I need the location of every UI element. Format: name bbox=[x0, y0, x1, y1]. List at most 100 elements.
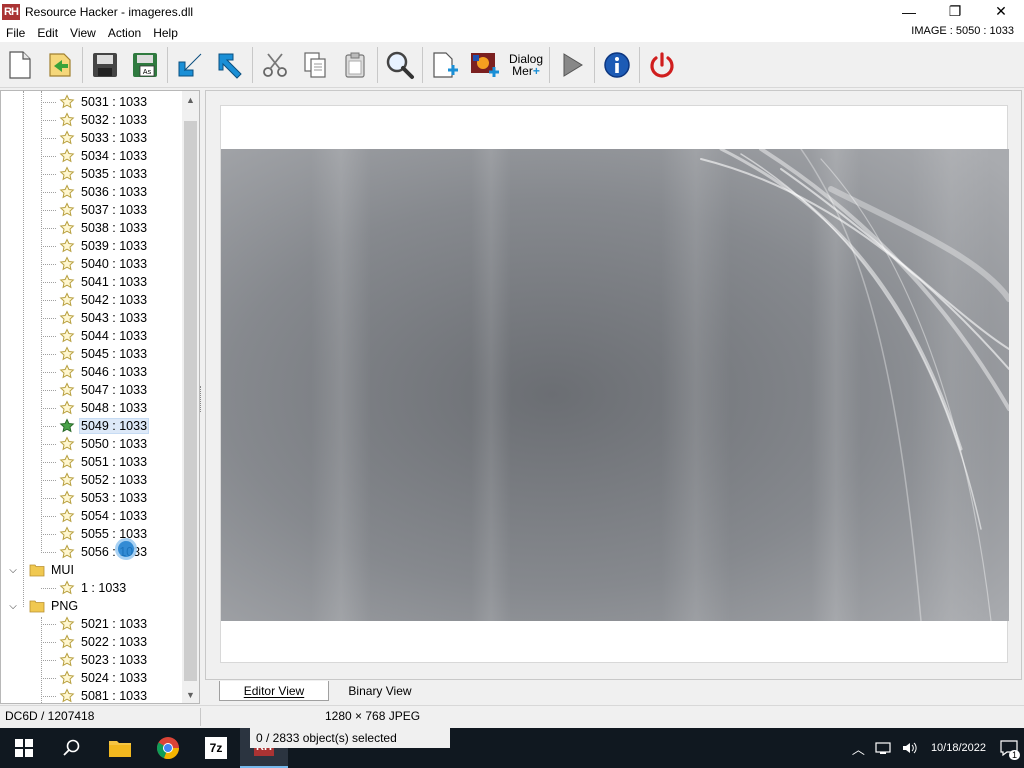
tree-item[interactable]: 5045 : 1033 bbox=[41, 345, 149, 363]
restore-button[interactable]: ❐ bbox=[932, 0, 978, 23]
title-bar: RH Resource Hacker - imageres.dll — ❐ ✕ bbox=[0, 0, 1024, 23]
tab-editor-view[interactable]: Editor View bbox=[219, 681, 329, 701]
tree-item[interactable]: 5042 : 1033 bbox=[41, 291, 149, 309]
chrome-button[interactable] bbox=[144, 728, 192, 768]
open-file-button[interactable] bbox=[40, 44, 80, 86]
tree-item[interactable]: 5039 : 1033 bbox=[41, 237, 149, 255]
notification-button[interactable]: 1 bbox=[994, 728, 1024, 768]
tree-item[interactable]: 5032 : 1033 bbox=[41, 111, 149, 129]
copy-button[interactable] bbox=[295, 44, 335, 86]
scroll-down-arrow-icon[interactable]: ▼ bbox=[182, 686, 199, 703]
search-button[interactable] bbox=[48, 728, 96, 768]
tree-item[interactable]: 5049 : 1033 bbox=[41, 417, 150, 435]
minimize-button[interactable]: — bbox=[886, 0, 932, 23]
chevron-up-icon[interactable]: ︿ bbox=[846, 739, 871, 758]
wallpaper-image bbox=[221, 149, 1009, 621]
volume-icon[interactable] bbox=[901, 741, 919, 755]
system-tray: ︿ 10/18/2022 1 bbox=[846, 728, 1024, 768]
tree-folder-png[interactable]: PNG bbox=[29, 597, 80, 615]
tree-item[interactable]: 5047 : 1033 bbox=[41, 381, 149, 399]
toolbar-separator bbox=[549, 46, 550, 83]
add-image-button[interactable] bbox=[465, 44, 505, 86]
tree-item[interactable]: 5054 : 1033 bbox=[41, 507, 149, 525]
view-tabs: Editor View Binary View bbox=[205, 680, 1022, 704]
tree-item[interactable]: 5037 : 1033 bbox=[41, 201, 149, 219]
dialog-merge-button[interactable]: Dialog Mer + bbox=[505, 44, 547, 86]
tree-item[interactable]: 5046 : 1033 bbox=[41, 363, 149, 381]
star-icon bbox=[59, 94, 75, 109]
tree-guide-line bbox=[41, 696, 56, 697]
tree-item[interactable]: 5021 : 1033 bbox=[41, 615, 149, 633]
export-button[interactable] bbox=[210, 44, 250, 86]
tree-item[interactable]: 5040 : 1033 bbox=[41, 255, 149, 273]
tree-item[interactable]: 5081 : 1033 bbox=[41, 687, 149, 703]
star-icon bbox=[59, 220, 75, 235]
close-button[interactable]: ✕ bbox=[978, 0, 1024, 23]
menu-file[interactable]: File bbox=[0, 26, 31, 40]
tree-item[interactable]: 5053 : 1033 bbox=[41, 489, 149, 507]
cut-button[interactable] bbox=[255, 44, 295, 86]
tree-item-label: 5022 : 1033 bbox=[81, 635, 148, 649]
file-explorer-button[interactable] bbox=[96, 728, 144, 768]
scrollbar-thumb[interactable] bbox=[184, 121, 197, 681]
tree-item[interactable]: 5036 : 1033 bbox=[41, 183, 149, 201]
start-button[interactable] bbox=[0, 728, 48, 768]
tree-item[interactable]: 5044 : 1033 bbox=[41, 327, 149, 345]
menu-help[interactable]: Help bbox=[147, 26, 184, 40]
tree-item[interactable]: 5043 : 1033 bbox=[41, 309, 149, 327]
run-script-button[interactable] bbox=[552, 44, 592, 86]
find-button[interactable] bbox=[380, 44, 420, 86]
tab-binary-view[interactable]: Binary View bbox=[335, 681, 425, 701]
menu-action[interactable]: Action bbox=[102, 26, 147, 40]
network-icon[interactable] bbox=[875, 741, 893, 755]
add-resource-button[interactable] bbox=[425, 44, 465, 86]
tree-item-label: 5036 : 1033 bbox=[81, 185, 148, 199]
save-as-button[interactable]: As bbox=[125, 44, 165, 86]
tree-item[interactable]: 5051 : 1033 bbox=[41, 453, 149, 471]
new-file-button[interactable] bbox=[0, 44, 40, 86]
tree-item-label: 5055 : 1033 bbox=[81, 527, 148, 541]
tree-item[interactable]: 5038 : 1033 bbox=[41, 219, 149, 237]
tree-item[interactable]: 5024 : 1033 bbox=[41, 669, 149, 687]
tree-item-label: 5037 : 1033 bbox=[81, 203, 148, 217]
star-icon bbox=[59, 202, 75, 217]
chevron-down-icon[interactable]: ⌵ bbox=[7, 564, 19, 576]
tree-item[interactable]: 5022 : 1033 bbox=[41, 633, 149, 651]
exit-button[interactable] bbox=[642, 44, 682, 86]
import-button[interactable] bbox=[170, 44, 210, 86]
tree-item[interactable]: 5041 : 1033 bbox=[41, 273, 149, 291]
tree-item[interactable]: 5048 : 1033 bbox=[41, 399, 149, 417]
star-icon bbox=[59, 238, 75, 253]
tree-item-label: 5045 : 1033 bbox=[81, 347, 148, 361]
scroll-up-arrow-icon[interactable]: ▲ bbox=[182, 91, 199, 108]
star-icon bbox=[59, 544, 75, 559]
about-button[interactable] bbox=[597, 44, 637, 86]
tree-item[interactable]: 5031 : 1033 bbox=[41, 93, 149, 111]
tree-item[interactable]: 5050 : 1033 bbox=[41, 435, 149, 453]
menu-edit[interactable]: Edit bbox=[31, 26, 64, 40]
resource-tree[interactable]: 5031 : 1033 5032 : 1033 5033 : 1033 5034 : … bbox=[0, 90, 200, 704]
tree-item[interactable]: 1 : 1033 bbox=[41, 579, 128, 597]
menu-view[interactable]: View bbox=[64, 26, 102, 40]
svg-text:As: As bbox=[143, 69, 152, 76]
save-as-icon: As bbox=[133, 52, 157, 77]
tree-item[interactable]: 5035 : 1033 bbox=[41, 165, 149, 183]
tree-item[interactable]: 5023 : 1033 bbox=[41, 651, 149, 669]
tree-scrollbar[interactable]: ▲ ▼ bbox=[182, 91, 199, 703]
chevron-down-icon[interactable]: ⌵ bbox=[7, 600, 19, 612]
tree-guide-line bbox=[41, 480, 56, 481]
tree-item[interactable]: 5034 : 1033 bbox=[41, 147, 149, 165]
tree-item[interactable]: 5033 : 1033 bbox=[41, 129, 149, 147]
splitter-grip[interactable] bbox=[200, 386, 203, 412]
star-icon bbox=[59, 580, 75, 595]
clock-date[interactable]: 10/18/2022 bbox=[923, 742, 994, 754]
tree-item[interactable]: 5052 : 1033 bbox=[41, 471, 149, 489]
star-icon bbox=[59, 616, 75, 631]
7zip-button[interactable]: 7z bbox=[192, 728, 240, 768]
tree-guide-line bbox=[41, 372, 56, 373]
tree-guide-line bbox=[41, 210, 56, 211]
paste-button[interactable] bbox=[335, 44, 375, 86]
star-icon bbox=[59, 634, 75, 649]
save-button[interactable] bbox=[85, 44, 125, 86]
tree-folder-mui[interactable]: MUI bbox=[29, 561, 76, 579]
